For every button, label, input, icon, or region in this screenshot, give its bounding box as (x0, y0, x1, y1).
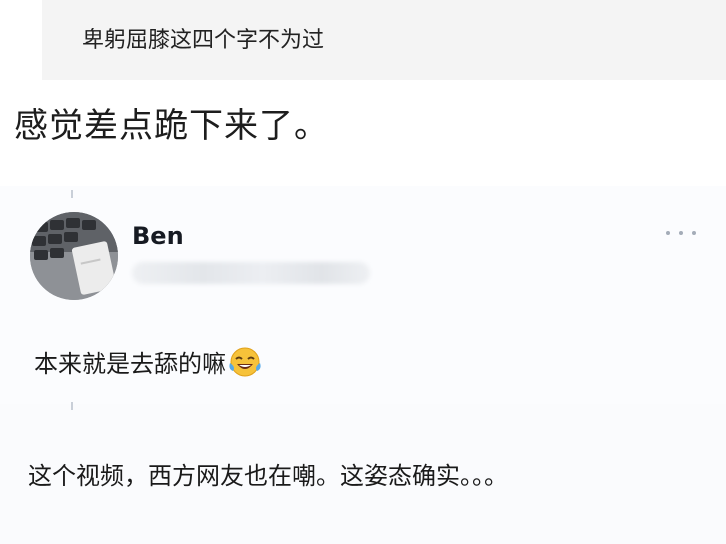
more-dots-icon[interactable] (666, 226, 696, 240)
thread-line-top (71, 190, 73, 198)
headline-text: 感觉差点跪下来了。 (14, 106, 329, 146)
avatar[interactable] (30, 212, 118, 300)
comment-body: 本来就是去舔的嘛 (34, 350, 226, 378)
quoted-text: 卑躬屈膝这四个字不为过 (82, 28, 325, 53)
face-with-tears-of-joy-icon (229, 347, 261, 376)
reply-text: 这个视频，西方网友也在嘲。这姿态确实。。。 (28, 462, 508, 490)
blurred-handle (132, 262, 370, 284)
avatar-image (30, 212, 118, 300)
username[interactable]: Ben (132, 222, 184, 250)
comment-text: 本来就是去舔的嘛 (34, 344, 262, 379)
thread-line-bottom (71, 402, 73, 410)
